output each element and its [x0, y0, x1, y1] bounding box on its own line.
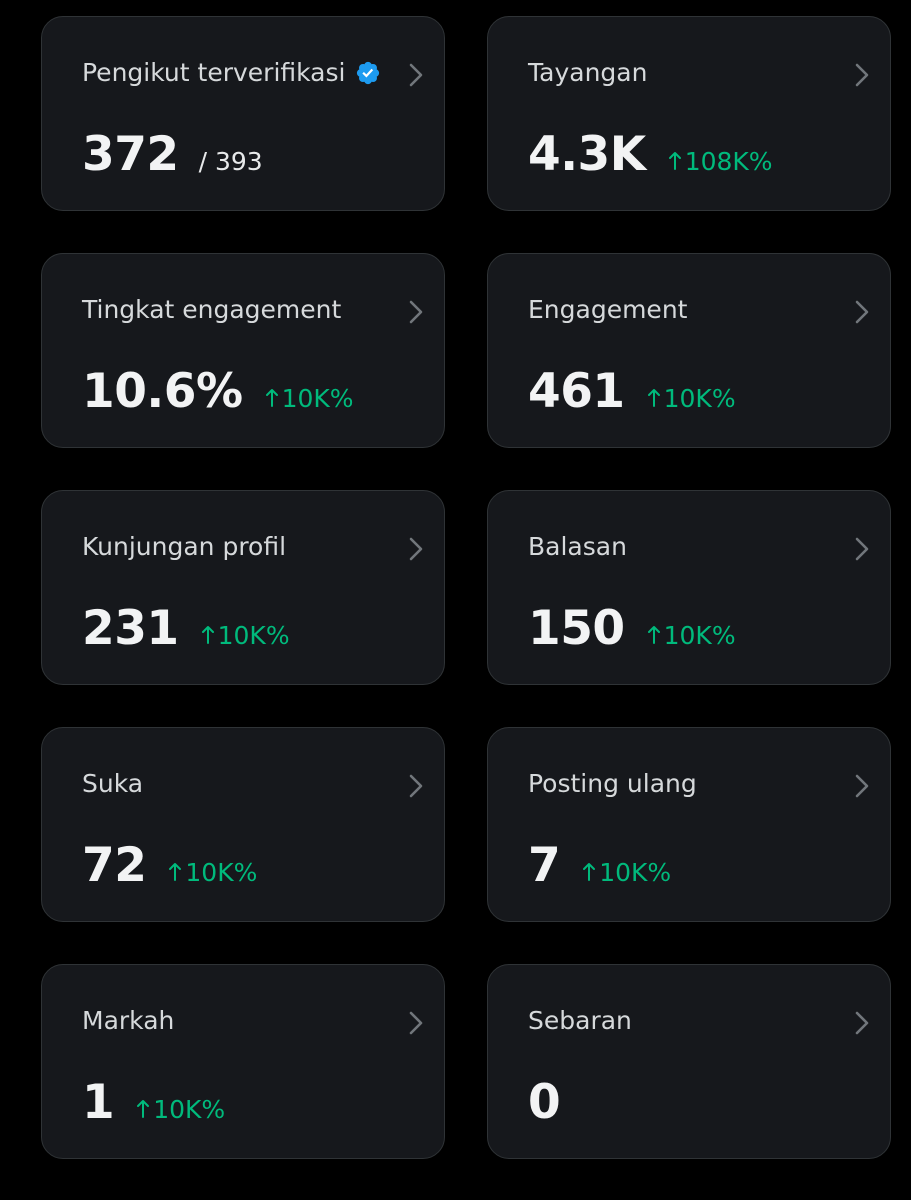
metric-delta: 10K%: [168, 858, 257, 887]
metric-row: 1 10K%: [82, 1075, 225, 1130]
card-engagements[interactable]: Engagement 461 10K%: [487, 253, 891, 448]
arrow-up-icon: [668, 152, 681, 170]
card-verified-followers[interactable]: Pengikut terverifikasi 372 / 393: [41, 16, 445, 211]
metric-delta-value: 10K%: [185, 858, 258, 887]
card-likes[interactable]: Suka 72 10K%: [41, 727, 445, 922]
arrow-up-icon: [583, 863, 596, 881]
card-label: Suka: [82, 769, 144, 798]
metric-value: 1: [82, 1075, 115, 1130]
chevron-right-icon[interactable]: [852, 61, 872, 89]
metric-delta-value: 10K%: [599, 858, 672, 887]
metric-row: 372 / 393: [82, 127, 263, 182]
analytics-metrics-grid: Pengikut terverifikasi 372 / 393 Tayanga…: [0, 0, 911, 1200]
metric-delta: 108K%: [668, 147, 773, 176]
metric-delta: 10K%: [136, 1095, 225, 1124]
card-engagement-rate[interactable]: Tingkat engagement 10.6% 10K%: [41, 253, 445, 448]
metric-value: 461: [528, 364, 625, 419]
metric-delta-value: 10K%: [217, 621, 290, 650]
chevron-right-icon[interactable]: [406, 1009, 426, 1037]
chevron-right-icon[interactable]: [852, 535, 872, 563]
metric-delta-value: 10K%: [153, 1095, 226, 1124]
arrow-up-icon: [647, 626, 660, 644]
chevron-right-icon[interactable]: [406, 772, 426, 800]
card-label: Tingkat engagement: [82, 295, 342, 324]
metric-row: 72 10K%: [82, 838, 257, 893]
arrow-up-icon: [647, 389, 660, 407]
metric-value: 10.6%: [82, 364, 243, 419]
metric-value: 72: [82, 838, 147, 893]
arrow-up-icon: [265, 389, 278, 407]
chevron-right-icon[interactable]: [852, 298, 872, 326]
card-label: Kunjungan profil: [82, 532, 287, 561]
card-label: Sebaran: [528, 1006, 632, 1035]
metric-total: / 393: [198, 147, 263, 176]
metric-value: 372: [82, 127, 179, 182]
card-label: Balasan: [528, 532, 627, 561]
metric-row: 10.6% 10K%: [82, 364, 354, 419]
metric-delta-value: 10K%: [663, 384, 736, 413]
card-label: Engagement: [528, 295, 688, 324]
card-profile-visits[interactable]: Kunjungan profil 231 10K%: [41, 490, 445, 685]
metric-delta-value: 108K%: [684, 147, 773, 176]
metric-delta: 10K%: [582, 858, 671, 887]
card-replies[interactable]: Balasan 150 10K%: [487, 490, 891, 685]
card-shares[interactable]: Sebaran 0: [487, 964, 891, 1159]
metric-row: 7 10K%: [528, 838, 671, 893]
metric-delta: 10K%: [201, 621, 290, 650]
arrow-up-icon: [201, 626, 214, 644]
metric-row: 4.3K 108K%: [528, 127, 773, 182]
metric-value: 0: [528, 1075, 561, 1130]
metric-delta-value: 10K%: [281, 384, 354, 413]
metric-value: 4.3K: [528, 127, 646, 182]
chevron-right-icon[interactable]: [406, 535, 426, 563]
chevron-right-icon[interactable]: [406, 61, 426, 89]
metric-value: 150: [528, 601, 625, 656]
metric-delta-value: 10K%: [663, 621, 736, 650]
metric-delta: 10K%: [647, 384, 736, 413]
chevron-right-icon[interactable]: [406, 298, 426, 326]
card-bookmarks[interactable]: Markah 1 10K%: [41, 964, 445, 1159]
card-label: Markah: [82, 1006, 175, 1035]
card-label: Pengikut terverifikasi: [82, 58, 346, 87]
chevron-right-icon[interactable]: [852, 1009, 872, 1037]
arrow-up-icon: [169, 863, 182, 881]
verified-badge-icon: [357, 61, 380, 84]
metric-delta: 10K%: [647, 621, 736, 650]
metric-row: 150 10K%: [528, 601, 736, 656]
arrow-up-icon: [137, 1100, 150, 1118]
metric-value: 231: [82, 601, 179, 656]
metric-row: 461 10K%: [528, 364, 736, 419]
chevron-right-icon[interactable]: [852, 772, 872, 800]
card-label: Tayangan: [528, 58, 648, 87]
card-reposts[interactable]: Posting ulang 7 10K%: [487, 727, 891, 922]
metric-value: 7: [528, 838, 561, 893]
card-impressions[interactable]: Tayangan 4.3K 108K%: [487, 16, 891, 211]
card-label: Posting ulang: [528, 769, 697, 798]
metric-delta: 10K%: [265, 384, 354, 413]
card-label-wrapper: Pengikut terverifikasi: [82, 58, 381, 87]
metric-row: 231 10K%: [82, 601, 290, 656]
metric-row: 0: [528, 1075, 561, 1130]
